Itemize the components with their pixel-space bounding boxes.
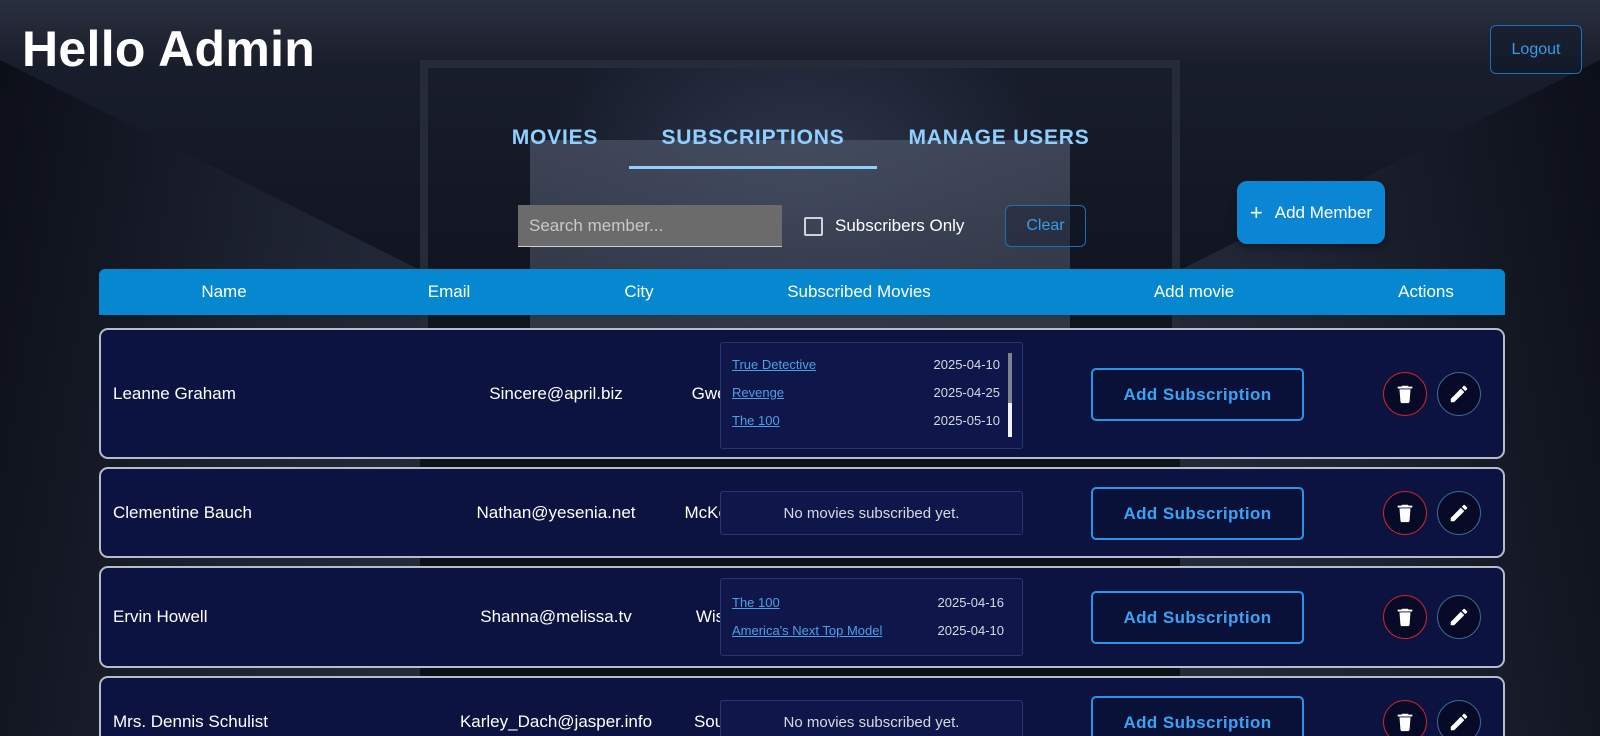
subscription-date: 2025-05-10 [933, 412, 1001, 428]
table-row: Mrs. Dennis Schulist Karley_Dach@jasper.… [99, 676, 1505, 736]
column-header-subscribed-movies: Subscribed Movies [787, 282, 931, 301]
edit-member-button[interactable] [1437, 595, 1481, 639]
add-subscription-button[interactable]: Add Subscription [1091, 591, 1304, 644]
pencil-icon [1450, 504, 1468, 522]
movie-link[interactable]: The 100 [732, 595, 780, 610]
subscription-date: 2025-04-10 [933, 356, 1001, 372]
movie-link[interactable]: True Detective [732, 357, 816, 372]
column-header-email: Email [427, 282, 471, 301]
subscribers-only-label: Subscribers Only [835, 216, 965, 235]
scrollbar-thumb[interactable] [1008, 403, 1012, 437]
pencil-icon [1450, 713, 1468, 731]
table-header: Name Email City Subscribed Movies Add mo… [99, 269, 1505, 315]
subscribed-movies-list: The 100 2025-04-16 America's Next Top Mo… [720, 578, 1023, 656]
list-item: America's Next Top Model 2025-04-10 [732, 621, 1004, 639]
edit-member-button[interactable] [1437, 491, 1481, 535]
pencil-icon [1450, 385, 1468, 403]
delete-member-button[interactable] [1383, 700, 1427, 736]
list-item: The 100 2025-05-10 [732, 411, 1000, 429]
member-name: Ervin Howell [113, 607, 208, 626]
subscribed-movies-list: No movies subscribed yet. [720, 700, 1023, 736]
pencil-icon [1450, 608, 1468, 626]
trash-icon [1397, 713, 1413, 732]
delete-member-button[interactable] [1383, 372, 1427, 416]
movie-link[interactable]: America's Next Top Model [732, 623, 882, 638]
plus-icon: + [1249, 199, 1263, 225]
movie-link[interactable]: Revenge [732, 385, 784, 400]
page-title: Hello Admin [22, 21, 316, 77]
main-tabs: MOVIES SUBSCRIPTIONS MANAGE USERS [0, 118, 1600, 169]
member-name: Clementine Bauch [113, 502, 252, 522]
member-name: Leanne Graham [113, 383, 236, 403]
list-item: Revenge 2025-04-25 [732, 383, 1000, 401]
clear-button[interactable]: Clear [1005, 205, 1086, 247]
subscription-date: 2025-04-16 [937, 594, 1005, 610]
add-member-label: Add Member [1274, 202, 1373, 222]
trash-icon [1397, 608, 1413, 627]
movie-link[interactable]: The 100 [732, 413, 780, 428]
subscription-date: 2025-04-25 [933, 384, 1001, 400]
table-row: Leanne Graham Sincere@april.biz Gwenboro… [99, 328, 1505, 459]
table-row: Clementine Bauch Nathan@yesenia.net McKe… [99, 467, 1505, 558]
search-member-input[interactable] [518, 205, 782, 247]
tab-subscriptions[interactable]: SUBSCRIPTIONS [629, 118, 877, 169]
subscribers-only-filter[interactable]: Subscribers Only [804, 215, 964, 237]
delete-member-button[interactable] [1383, 491, 1427, 535]
scrollbar[interactable] [1008, 353, 1012, 437]
app: Hello Admin Logout MOVIES SUBSCRIPTIONS … [0, 0, 1600, 736]
subscription-date: 2025-04-10 [937, 622, 1005, 638]
add-member-button[interactable]: + Add Member [1237, 181, 1385, 244]
column-header-city: City [624, 282, 654, 301]
column-header-actions: Actions [1398, 282, 1454, 301]
edit-member-button[interactable] [1437, 372, 1481, 416]
add-subscription-button[interactable]: Add Subscription [1091, 368, 1304, 421]
member-name: Mrs. Dennis Schulist [113, 712, 268, 731]
delete-member-button[interactable] [1383, 595, 1427, 639]
trash-icon [1397, 504, 1413, 523]
tab-movies[interactable]: MOVIES [490, 118, 620, 166]
edit-member-button[interactable] [1437, 700, 1481, 736]
subscribed-movies-list[interactable]: True Detective 2025-04-10 Revenge 2025-0… [720, 342, 1023, 449]
column-header-add-movie: Add movie [1153, 282, 1235, 301]
trash-icon [1397, 385, 1413, 404]
logout-button[interactable]: Logout [1490, 25, 1582, 74]
add-subscription-button[interactable]: Add Subscription [1091, 696, 1304, 736]
tab-manage-users[interactable]: MANAGE USERS [887, 118, 1111, 166]
list-item: The 100 2025-04-16 [732, 593, 1004, 611]
column-header-name: Name [201, 282, 247, 301]
subscribers-only-checkbox[interactable] [804, 216, 823, 236]
list-item: True Detective 2025-04-10 [732, 355, 1000, 373]
add-subscription-button[interactable]: Add Subscription [1091, 487, 1304, 540]
table-row: Ervin Howell Shanna@melissa.tv Wisokybur… [99, 566, 1505, 668]
empty-subscriptions-text: No movies subscribed yet. [783, 504, 960, 522]
subscribed-movies-list: No movies subscribed yet. [720, 491, 1023, 535]
empty-subscriptions-text: No movies subscribed yet. [783, 713, 960, 731]
